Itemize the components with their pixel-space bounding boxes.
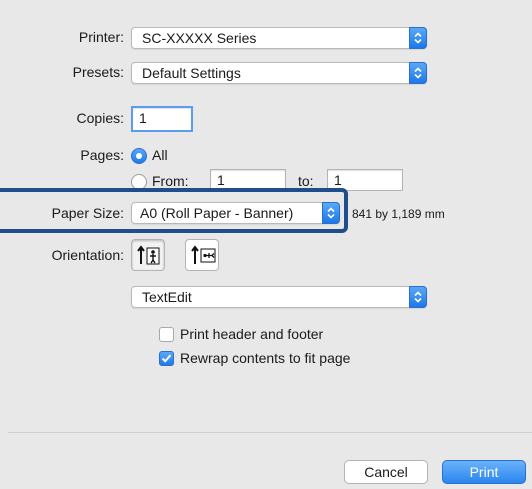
portrait-orientation-button[interactable] (131, 239, 165, 271)
presets-value: Default Settings (142, 65, 241, 81)
pages-to-input[interactable]: 1 (327, 169, 403, 191)
divider (8, 432, 532, 433)
popup-arrows-icon (409, 286, 427, 308)
app-options-popup[interactable]: TextEdit (131, 286, 427, 308)
paper-size-dimensions: 841 by 1,189 mm (352, 207, 445, 221)
landscape-orientation-icon (191, 245, 216, 264)
pages-to-label: to: (298, 173, 314, 189)
rewrap-label: Rewrap contents to fit page (180, 350, 351, 366)
rewrap-checkbox[interactable] (159, 351, 174, 366)
presets-label: Presets: (72, 64, 124, 80)
paper-size-popup[interactable]: A0 (Roll Paper - Banner) (131, 202, 340, 224)
header-footer-checkbox[interactable] (159, 327, 174, 342)
orientation-label: Orientation: (51, 247, 124, 263)
copies-input[interactable]: 1 (131, 106, 193, 132)
popup-arrows-icon (322, 202, 340, 224)
landscape-orientation-button[interactable] (185, 239, 219, 271)
checkmark-icon (161, 354, 172, 363)
popup-arrows-icon (409, 62, 427, 84)
pages-all-label: All (152, 147, 168, 163)
pages-label: Pages: (80, 147, 124, 163)
print-dialog: Printer: SC-XXXXX Series Presets: Defaul… (0, 0, 532, 489)
printer-label: Printer: (78, 29, 124, 45)
printer-popup[interactable]: SC-XXXXX Series (131, 27, 427, 49)
printer-value: SC-XXXXX Series (142, 30, 257, 46)
portrait-orientation-icon (137, 245, 160, 265)
copies-label: Copies: (76, 110, 124, 126)
popup-arrows-icon (409, 27, 427, 49)
print-button[interactable]: Print (442, 460, 526, 484)
pages-from-label: From: (152, 173, 189, 189)
paper-size-value: A0 (Roll Paper - Banner) (140, 205, 294, 221)
cancel-button[interactable]: Cancel (344, 460, 428, 484)
pages-from-input[interactable]: 1 (210, 169, 286, 191)
header-footer-label: Print header and footer (180, 326, 324, 342)
app-options-value: TextEdit (142, 289, 192, 305)
paper-size-label: Paper Size: (51, 205, 124, 221)
pages-all-radio[interactable] (131, 148, 147, 164)
pages-from-radio[interactable] (131, 174, 147, 190)
presets-popup[interactable]: Default Settings (131, 62, 427, 84)
